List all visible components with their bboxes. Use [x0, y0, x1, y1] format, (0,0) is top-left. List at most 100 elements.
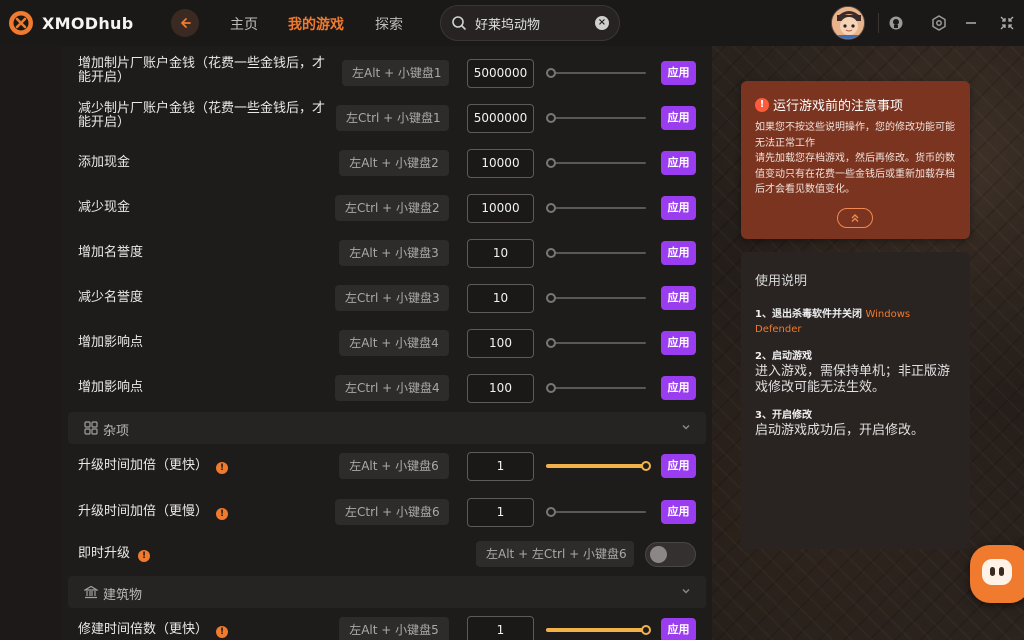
cheat-row: 添加现金 左Alt + 小键盘2 10000 应用 [62, 141, 712, 186]
hotkey-badge[interactable]: 左Ctrl + 小键盘1 [336, 105, 449, 131]
apply-button[interactable]: 应用 [661, 331, 696, 355]
building-icon [84, 585, 98, 599]
value-input[interactable]: 100 [467, 374, 534, 403]
value-input[interactable]: 10 [467, 284, 534, 313]
usage-title: 使用说明 [755, 274, 808, 289]
value-slider[interactable] [546, 293, 646, 303]
value-slider[interactable] [546, 113, 646, 123]
cheat-label-text: 修建时间倍数（更快） [78, 622, 209, 637]
hotkey-badge[interactable]: 左Alt + 小键盘2 [339, 150, 449, 176]
hotkey-badge[interactable]: 左Ctrl + 小键盘3 [335, 285, 449, 311]
value-slider[interactable] [546, 625, 651, 635]
user-avatar[interactable] [831, 6, 865, 40]
apply-button[interactable]: 应用 [661, 454, 696, 478]
usage-step-2: 2、启动游戏 进入游戏，需保持单机；非正版游戏修改可能无法生效。 [755, 349, 956, 396]
apply-button[interactable]: 应用 [661, 376, 696, 400]
cheat-row: 修建时间倍数（更快）! 左Alt + 小键盘5 1 应用 [62, 608, 712, 640]
value-slider[interactable] [546, 203, 646, 213]
info-icon[interactable]: ! [216, 508, 229, 520]
usage-card: 使用说明 1、退出杀毒软件并关闭 Windows Defender 2、启动游戏… [741, 252, 970, 549]
nav-my-games[interactable]: 我的游戏 [288, 14, 344, 34]
cheat-row: 升级时间加倍（更快）! 左Alt + 小键盘6 1 应用 [62, 444, 712, 489]
info-icon[interactable]: ! [138, 550, 151, 562]
avatar-image [832, 7, 864, 39]
hotkey-badge[interactable]: 左Alt + 左Ctrl + 小键盘6 [476, 541, 634, 567]
apply-button[interactable]: 应用 [661, 61, 696, 85]
nav-explore[interactable]: 探索 [375, 14, 403, 34]
value-input[interactable]: 5000000 [467, 59, 534, 88]
hotkey-badge[interactable]: 左Alt + 小键盘5 [339, 617, 449, 640]
value-slider[interactable] [546, 383, 646, 393]
minimize-icon[interactable] [961, 13, 981, 33]
value-slider[interactable] [546, 68, 646, 78]
step-body: 进入游戏，需保持单机；非正版游戏修改可能无法生效。 [755, 364, 951, 395]
cheat-label: 增加制片厂账户金钱（花费一些金钱后，才能开启） [78, 56, 326, 85]
hotkey-badge[interactable]: 左Ctrl + 小键盘2 [335, 195, 449, 221]
value-slider[interactable] [546, 248, 646, 258]
apply-button[interactable]: 应用 [661, 106, 696, 130]
cheat-label: 增加影响点 [78, 380, 144, 395]
usage-step-1: 1、退出杀毒软件并关闭 Windows Defender [755, 307, 956, 337]
value-input[interactable]: 10 [467, 239, 534, 268]
clear-search-icon[interactable]: × [595, 16, 609, 30]
info-icon[interactable]: ! [216, 462, 229, 474]
section-misc-header[interactable]: 杂项 [68, 412, 706, 444]
cheat-label-text: 升级时间加倍（更慢） [78, 504, 209, 519]
hotkey-badge[interactable]: 左Alt + 小键盘3 [339, 240, 449, 266]
search-input[interactable]: 好莱坞动物 [475, 14, 587, 33]
section-buildings-header[interactable]: 建筑物 [68, 576, 706, 608]
value-slider[interactable] [546, 461, 651, 471]
cheat-label: 即时升级! [78, 547, 151, 562]
value-input[interactable]: 10000 [467, 194, 534, 223]
apply-button[interactable]: 应用 [661, 500, 696, 524]
xmodhub-logo-icon [9, 11, 33, 35]
value-input[interactable]: 1 [467, 452, 534, 481]
value-input[interactable]: 5000000 [467, 104, 534, 133]
double-chevron-up-icon [851, 214, 859, 222]
assistant-mascot-button[interactable] [970, 545, 1024, 603]
value-slider[interactable] [546, 338, 646, 348]
value-input[interactable]: 1 [467, 616, 534, 640]
apply-button[interactable]: 应用 [661, 241, 696, 265]
apply-button[interactable]: 应用 [661, 196, 696, 220]
section-title: 建筑物 [103, 588, 143, 603]
grid-icon [84, 421, 98, 435]
search-box[interactable]: 好莱坞动物 × [440, 5, 620, 41]
instant-upgrade-toggle[interactable] [645, 542, 696, 567]
back-button[interactable] [171, 9, 199, 37]
notifications-icon[interactable] [886, 13, 906, 33]
apply-button[interactable]: 应用 [661, 151, 696, 175]
cheat-label: 升级时间加倍（更快）! [78, 459, 229, 474]
hotkey-badge[interactable]: 左Alt + 小键盘4 [339, 330, 449, 356]
info-icon[interactable]: ! [216, 626, 229, 638]
value-input[interactable]: 100 [467, 329, 534, 358]
nav-home[interactable]: 主页 [230, 14, 258, 34]
app-logo[interactable]: XMODhub [8, 10, 133, 36]
search-icon [452, 16, 466, 30]
cheat-label: 减少制片厂账户金钱（花费一些金钱后，才能开启） [78, 101, 326, 130]
section-title: 杂项 [103, 424, 130, 439]
chevron-down-icon [682, 589, 690, 594]
apply-button[interactable]: 应用 [661, 286, 696, 310]
value-input[interactable]: 10000 [467, 149, 534, 178]
hotkey-badge[interactable]: 左Ctrl + 小键盘6 [335, 499, 449, 525]
notice-card: ! 运行游戏前的注意事项 如果您不按这些说明操作，您的修改功能可能无法正常工作 … [741, 81, 970, 239]
apply-button[interactable]: 应用 [661, 618, 696, 640]
collapse-notice-button[interactable] [837, 208, 873, 228]
settings-icon[interactable] [929, 13, 949, 33]
collapse-window-icon[interactable] [997, 13, 1017, 33]
value-input[interactable]: 1 [467, 498, 534, 527]
step-heading: 3、开启修改 [755, 410, 812, 421]
value-slider[interactable] [546, 507, 646, 517]
cheat-row: 增加影响点 左Alt + 小键盘4 100 应用 [62, 321, 712, 366]
value-slider[interactable] [546, 158, 646, 168]
usage-step-3: 3、开启修改 启动游戏成功后，开启修改。 [755, 408, 956, 439]
hotkey-badge[interactable]: 左Alt + 小键盘6 [339, 453, 449, 479]
cheat-label: 减少名誉度 [78, 290, 144, 305]
notice-body: 如果您不按这些说明操作，您的修改功能可能无法正常工作 请先加载您存档游戏，然后再… [755, 120, 956, 198]
notice-title: ! 运行游戏前的注意事项 [755, 95, 956, 114]
step-heading-text: 1、退出杀毒软件并关闭 [755, 309, 862, 320]
cheat-label: 增加名誉度 [78, 245, 144, 260]
hotkey-badge[interactable]: 左Alt + 小键盘1 [342, 60, 449, 86]
hotkey-badge[interactable]: 左Ctrl + 小键盘4 [335, 375, 449, 401]
